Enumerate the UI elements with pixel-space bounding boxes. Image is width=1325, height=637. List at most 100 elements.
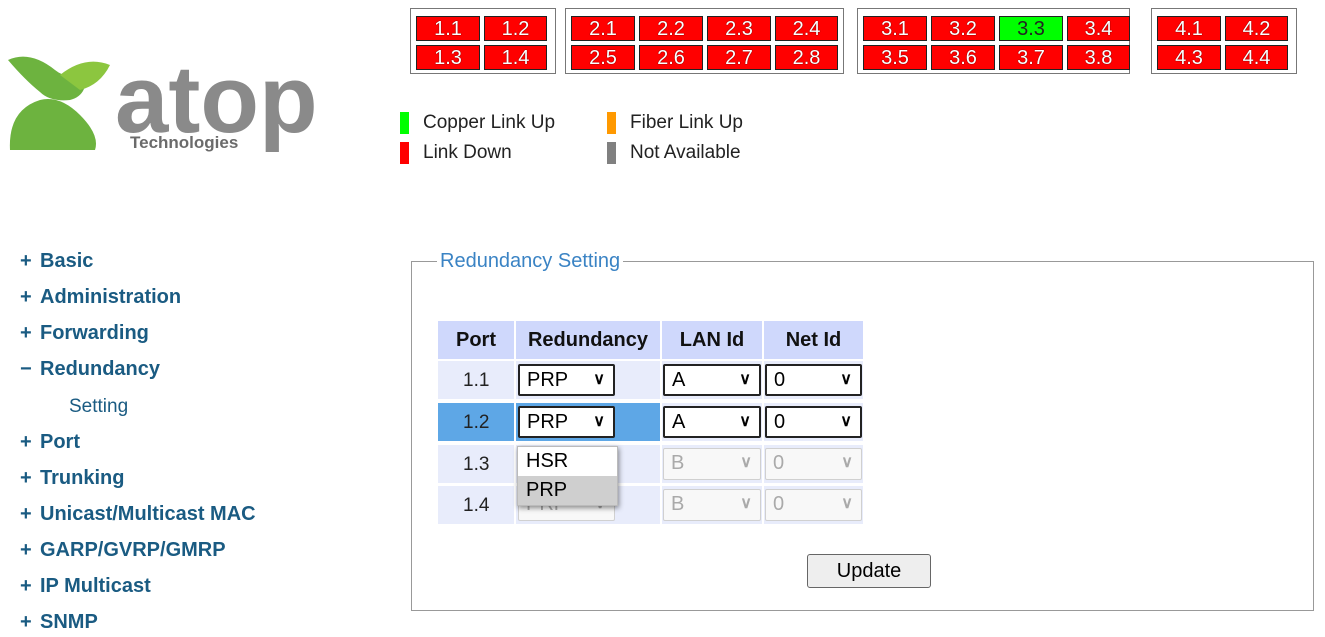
port-1-1[interactable]: 1.1 — [416, 16, 480, 41]
menu-item-ip-multicast[interactable]: + IP Multicast — [20, 575, 151, 598]
update-button[interactable]: Update — [807, 554, 931, 588]
menu-item-label: IP Multicast — [40, 575, 151, 597]
net-id-select: 0 ∨ — [765, 448, 862, 480]
port-3-5[interactable]: 3.5 — [863, 45, 927, 70]
collapse-icon: − — [20, 358, 32, 380]
lan-id-select-value: A — [672, 411, 686, 433]
port-2-7[interactable]: 2.7 — [707, 45, 771, 70]
menu-item-label: GARP/GVRP/GMRP — [40, 539, 226, 561]
menu-item-forwarding[interactable]: + Forwarding — [20, 322, 149, 345]
chevron-down-icon: ∨ — [841, 495, 853, 512]
expand-icon: + — [20, 575, 32, 597]
redundancy-select-value: PRP — [527, 369, 569, 391]
port-3-2[interactable]: 3.2 — [931, 16, 995, 41]
menu-item-label: Basic — [40, 250, 94, 272]
lan-id-select[interactable]: A ∨ — [663, 364, 761, 396]
menu-item-snmp[interactable]: + SNMP — [20, 611, 98, 634]
port-4-4[interactable]: 4.4 — [1225, 45, 1288, 70]
chevron-down-icon: ∨ — [840, 371, 852, 388]
chevron-down-icon: ∨ — [739, 371, 751, 388]
port-1-4[interactable]: 1.4 — [484, 45, 547, 70]
legend-na-label: Not Available — [630, 142, 741, 163]
menu-item-basic[interactable]: + Basic — [20, 250, 93, 273]
chevron-down-icon: ∨ — [740, 495, 752, 512]
port-4-1[interactable]: 4.1 — [1157, 16, 1221, 41]
header-port: Port — [438, 321, 514, 359]
header-lan-id: LAN Id — [662, 321, 762, 359]
redundancy-select[interactable]: PRP ∨ — [518, 406, 615, 438]
redundancy-select-value: PRP — [527, 411, 569, 433]
menu-item-redundancy[interactable]: − Redundancy — [20, 358, 160, 381]
net-id-select: 0 ∨ — [765, 489, 862, 521]
port-number: 1.2 — [463, 412, 490, 433]
legend-down: Link Down — [400, 142, 512, 164]
expand-icon: + — [20, 286, 32, 308]
chevron-down-icon: ∨ — [840, 413, 852, 430]
port-4-2[interactable]: 4.2 — [1225, 16, 1288, 41]
chevron-down-icon: ∨ — [593, 371, 605, 388]
menu-item-port[interactable]: + Port — [20, 431, 80, 454]
menu-item-unicast-multicast-mac[interactable]: + Unicast/Multicast MAC — [20, 503, 256, 526]
legend-na: Not Available — [607, 142, 741, 164]
expand-icon: + — [20, 431, 32, 453]
na-swatch — [607, 142, 616, 164]
port-3-7[interactable]: 3.7 — [999, 45, 1063, 70]
port-4-3[interactable]: 4.3 — [1157, 45, 1221, 70]
menu-item-label: Administration — [40, 286, 182, 308]
menu-item-trunking[interactable]: + Trunking — [20, 467, 124, 490]
menu-item-label: Port — [40, 431, 80, 453]
port-2-3[interactable]: 2.3 — [707, 16, 771, 41]
port-1-2[interactable]: 1.2 — [484, 16, 547, 41]
atop-logo: atop Technologies — [0, 40, 370, 160]
lan-id-select: B ∨ — [663, 448, 761, 480]
port-3-1[interactable]: 3.1 — [863, 16, 927, 41]
fiber-swatch — [607, 112, 616, 134]
port-number: 1.4 — [463, 495, 490, 516]
menu-item-label: SNMP — [40, 611, 98, 633]
menu-item-garp-gvrp-gmrp[interactable]: + GARP/GVRP/GMRP — [20, 539, 226, 562]
port-3-4[interactable]: 3.4 — [1067, 16, 1130, 41]
redundancy-select[interactable]: PRP ∨ — [518, 364, 615, 396]
net-id-select-value: 0 — [773, 452, 785, 474]
svg-text:Technologies: Technologies — [130, 133, 238, 152]
legend-fiber-label: Fiber Link Up — [630, 112, 743, 133]
net-id-select[interactable]: 0 ∨ — [765, 364, 862, 396]
dropdown-option-hsr[interactable]: HSR — [518, 447, 617, 476]
menu-item-label: Unicast/Multicast MAC — [40, 503, 256, 525]
net-id-select[interactable]: 0 ∨ — [765, 406, 862, 438]
port-2-1[interactable]: 2.1 — [571, 16, 635, 41]
menu-item-label: Trunking — [40, 467, 125, 489]
port-2-6[interactable]: 2.6 — [639, 45, 703, 70]
lan-id-select[interactable]: A ∨ — [663, 406, 761, 438]
legend-copper-label: Copper Link Up — [423, 112, 556, 133]
copper-swatch — [400, 112, 409, 134]
header-redundancy: Redundancy — [516, 321, 660, 359]
port-3-6[interactable]: 3.6 — [931, 45, 995, 70]
chevron-down-icon: ∨ — [740, 454, 752, 471]
lan-id-select-value: A — [672, 369, 686, 391]
redundancy-dropdown-list[interactable]: HSR PRP — [517, 446, 618, 506]
port-2-2[interactable]: 2.2 — [639, 16, 703, 41]
header-net-id: Net Id — [764, 321, 863, 359]
chevron-down-icon: ∨ — [739, 413, 751, 430]
expand-icon: + — [20, 250, 32, 272]
expand-icon: + — [20, 503, 32, 525]
menu-item-label: Redundancy — [40, 358, 161, 380]
down-swatch — [400, 142, 409, 164]
lan-id-select-value: B — [671, 493, 685, 515]
menu-subitem-setting[interactable]: Setting — [69, 396, 128, 418]
port-2-4[interactable]: 2.4 — [775, 16, 838, 41]
port-3-3[interactable]: 3.3 — [999, 16, 1063, 41]
legend-fiber: Fiber Link Up — [607, 112, 743, 134]
port-number: 1.1 — [463, 370, 490, 391]
legend-down-label: Link Down — [423, 142, 512, 163]
menu-item-label: Forwarding — [40, 322, 149, 344]
dropdown-option-prp[interactable]: PRP — [518, 476, 617, 505]
port-2-5[interactable]: 2.5 — [571, 45, 635, 70]
port-2-8[interactable]: 2.8 — [775, 45, 838, 70]
expand-icon: + — [20, 539, 32, 561]
port-3-8[interactable]: 3.8 — [1067, 45, 1130, 70]
port-1-3[interactable]: 1.3 — [416, 45, 480, 70]
lan-id-select: B ∨ — [663, 489, 761, 521]
menu-item-administration[interactable]: + Administration — [20, 286, 181, 309]
